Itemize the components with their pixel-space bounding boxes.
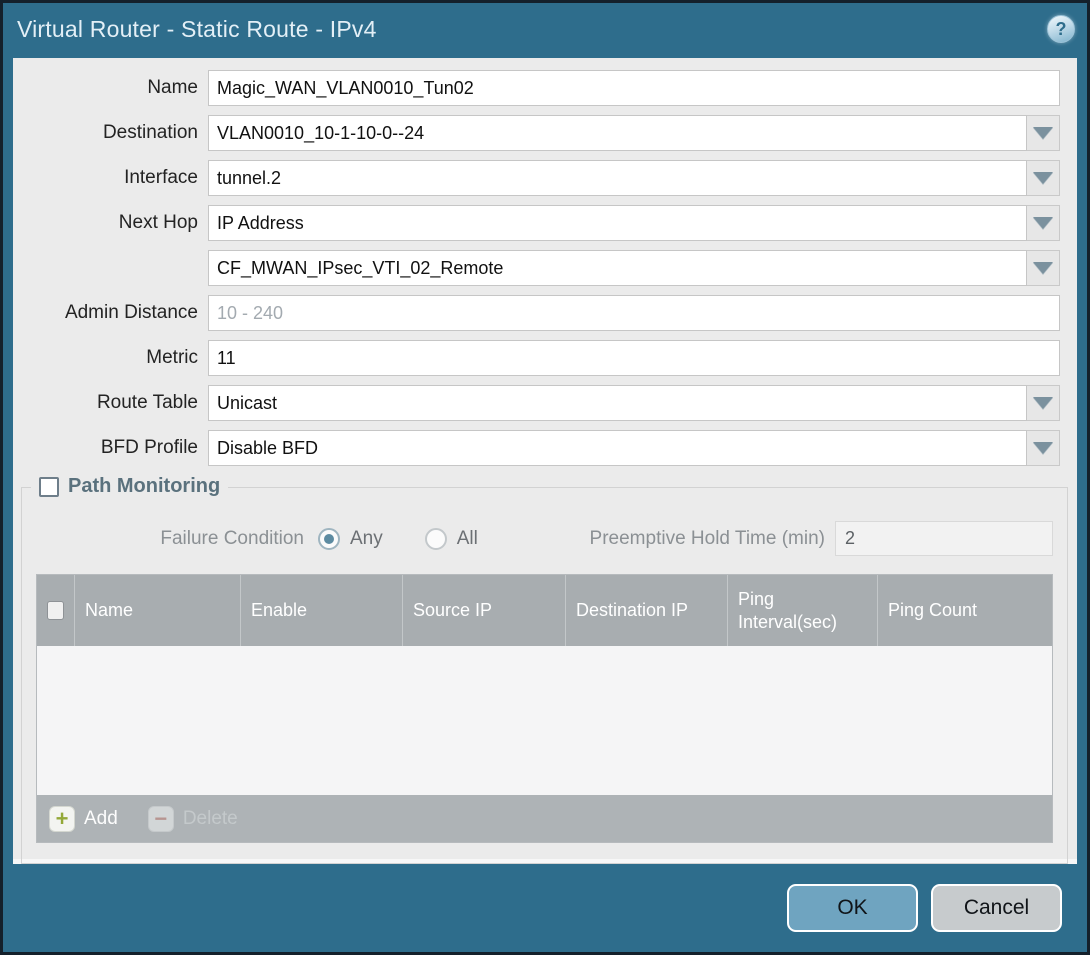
name-input[interactable]	[208, 70, 1060, 106]
radio-any-label: Any	[350, 528, 383, 550]
path-monitoring-group: Path Monitoring Failure Condition Any Al…	[21, 487, 1068, 864]
next-hop-dropdown-button[interactable]	[1027, 205, 1060, 241]
bfd-profile-input[interactable]	[208, 430, 1027, 466]
static-route-dialog: Virtual Router - Static Route - IPv4 ? N…	[0, 0, 1090, 955]
delete-button[interactable]: − Delete	[148, 806, 238, 832]
chevron-down-icon	[1033, 262, 1053, 274]
next-hop-address-input[interactable]	[208, 250, 1027, 286]
route-table-input[interactable]	[208, 385, 1027, 421]
help-icon[interactable]: ?	[1047, 15, 1075, 43]
chevron-down-icon	[1033, 172, 1053, 184]
add-button[interactable]: + Add	[49, 806, 118, 832]
chevron-down-icon	[1033, 397, 1053, 409]
radio-all-label: All	[457, 528, 478, 550]
form-row-destination: Destination	[13, 115, 1060, 151]
path-monitoring-table: Name Enable Source IP Destination IP Pin…	[36, 574, 1053, 843]
dialog-title: Virtual Router - Static Route - IPv4	[17, 16, 377, 43]
chevron-down-icon	[1033, 127, 1053, 139]
failure-condition-label: Failure Condition	[36, 528, 304, 550]
form-row-name: Name	[13, 70, 1060, 106]
table-footer-bar: + Add − Delete	[37, 795, 1052, 842]
table-header-row: Name Enable Source IP Destination IP Pin…	[37, 575, 1052, 646]
form-row-metric: Metric	[13, 340, 1060, 376]
form-row-route-table: Route Table	[13, 385, 1060, 421]
table-body-empty	[37, 646, 1052, 795]
plus-icon: +	[49, 806, 75, 832]
minus-icon: −	[148, 806, 174, 832]
route-table-label: Route Table	[13, 392, 208, 414]
failure-condition-option-any: Any	[318, 528, 383, 550]
path-monitoring-legend: Path Monitoring	[31, 475, 228, 498]
next-hop-label: Next Hop	[13, 212, 208, 234]
metric-label: Metric	[13, 347, 208, 369]
route-table-dropdown-button[interactable]	[1027, 385, 1060, 421]
preemptive-hold-time-input[interactable]	[835, 521, 1053, 556]
chevron-down-icon	[1033, 442, 1053, 454]
form-row-bfd-profile: BFD Profile	[13, 430, 1060, 466]
form-row-admin-distance: Admin Distance	[13, 295, 1060, 331]
column-header-ping-interval: Ping Interval(sec)	[728, 575, 878, 646]
admin-distance-input[interactable]	[208, 295, 1060, 331]
next-hop-type-input[interactable]	[208, 205, 1027, 241]
preemptive-hold-time-label: Preemptive Hold Time (min)	[590, 528, 825, 550]
cancel-button[interactable]: Cancel	[931, 884, 1062, 932]
dialog-content: Name Destination Interface	[13, 58, 1077, 864]
delete-button-label: Delete	[183, 808, 238, 830]
failure-condition-row: Failure Condition Any All Preemptive Hol…	[36, 521, 1053, 556]
column-header-source-ip: Source IP	[403, 575, 566, 646]
next-hop-address-dropdown-button[interactable]	[1027, 250, 1060, 286]
interface-label: Interface	[13, 167, 208, 189]
ok-button[interactable]: OK	[787, 884, 918, 932]
preemptive-hold-time-group: Preemptive Hold Time (min)	[590, 521, 1053, 556]
column-header-enable: Enable	[241, 575, 403, 646]
admin-distance-label: Admin Distance	[13, 302, 208, 324]
name-label: Name	[13, 77, 208, 99]
select-all-checkbox[interactable]	[47, 601, 64, 620]
add-button-label: Add	[84, 808, 118, 830]
column-header-destination-ip: Destination IP	[566, 575, 728, 646]
bfd-profile-dropdown-button[interactable]	[1027, 430, 1060, 466]
destination-input[interactable]	[208, 115, 1027, 151]
column-header-name: Name	[75, 575, 241, 646]
destination-label: Destination	[13, 122, 208, 144]
form-row-next-hop: Next Hop	[13, 205, 1060, 241]
form-row-next-hop-address	[13, 250, 1060, 286]
table-header-select-all	[37, 575, 75, 646]
chevron-down-icon	[1033, 217, 1053, 229]
interface-dropdown-button[interactable]	[1027, 160, 1060, 196]
path-monitoring-checkbox[interactable]	[39, 477, 59, 497]
cancel-button-label: Cancel	[964, 896, 1029, 920]
dialog-titlebar: Virtual Router - Static Route - IPv4 ?	[3, 3, 1087, 55]
metric-input[interactable]	[208, 340, 1060, 376]
destination-dropdown-button[interactable]	[1027, 115, 1060, 151]
radio-any[interactable]	[318, 528, 340, 550]
interface-input[interactable]	[208, 160, 1027, 196]
failure-condition-option-all: All	[425, 528, 478, 550]
ok-button-label: OK	[837, 896, 867, 920]
bfd-profile-label: BFD Profile	[13, 437, 208, 459]
form-row-interface: Interface	[13, 160, 1060, 196]
column-header-ping-count: Ping Count	[878, 575, 1052, 646]
help-glyph: ?	[1056, 19, 1067, 40]
radio-all[interactable]	[425, 528, 447, 550]
path-monitoring-title: Path Monitoring	[68, 475, 220, 498]
